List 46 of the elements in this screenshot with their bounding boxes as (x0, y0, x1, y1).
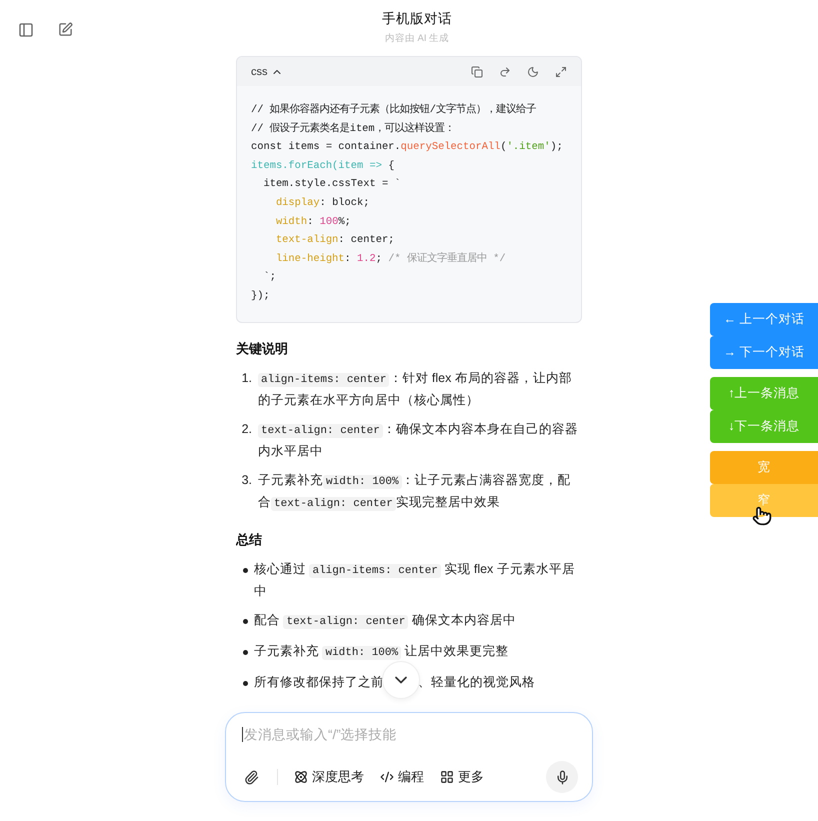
list-item-text: 所有修改都保持了之前 、轻量化的视觉风格 (254, 672, 582, 692)
microphone-icon (554, 770, 570, 784)
nav-button[interactable]: ↓下一条消息 (710, 410, 818, 443)
list-item-text: align-items: center ：针对 flex 布局的容器，让内部的子元素在水平方向居中（核心属性） (258, 370, 573, 409)
microphone-button[interactable] (546, 761, 578, 793)
tool-button[interactable]: 深度思考 (294, 768, 364, 786)
code-line: width: 100%; (274, 214, 352, 230)
grid-icon (440, 770, 454, 784)
bullet-dot (242, 568, 248, 573)
code-icon (380, 770, 394, 784)
bullet-dot (242, 618, 248, 624)
list-item-text: 核心通过 align-items: center 实现 flex 子元素水平居中 (254, 560, 576, 600)
chat-title: 手机版对话 (382, 10, 452, 28)
code-line: line-height: 1.2; /* 保证文字垂直居中 */ (274, 251, 507, 267)
list-item-text: 子元素补充 width: 100% 让居中效果更完整 (254, 642, 510, 662)
list-number: 1. (240, 370, 253, 387)
list-number: 2. (240, 420, 253, 438)
code-line: `; (262, 270, 277, 286)
code-line: display: block; (274, 196, 370, 211)
code-line: const items = container.querySelectorAll('.item'); (251, 140, 564, 156)
list-item-text: text-align: center ：确保文本内容本身在自己的容器内水平居中 (258, 420, 579, 460)
ai-generated-note: 内容由 AI 生成 (384, 32, 450, 45)
language-toggle[interactable]: css (251, 66, 282, 78)
list-item-text: 配合 text-align: center 确保文本内容居中 (254, 612, 517, 631)
code-line: items.forEach(item => { (251, 158, 396, 174)
list-item-text: 子元素补充 width: 100% ：让子元素占满容器宽度，配合 text-align: center 实现完整居中效果 (258, 472, 572, 513)
nav-button[interactable]: ← 上一个对话 (710, 303, 818, 336)
tool-button[interactable]: 编程 (380, 768, 424, 786)
code-line: text-align: center; (274, 233, 396, 248)
atom-icon (294, 770, 308, 784)
pointer-hand-icon (752, 506, 772, 526)
bullet-dot (242, 650, 248, 655)
copy-icon[interactable] (469, 64, 485, 80)
bullet-dot (242, 680, 248, 686)
code-line: // 假设子元素类名是item，可以这样设置： (251, 121, 456, 137)
nav-button[interactable]: 宽 (710, 451, 818, 484)
code-line: item.style.cssText = ` (262, 177, 402, 192)
code-line: // 如果你容器内还有子元素（比如按钮/文字节点），建议给子 (251, 102, 537, 118)
sidebar-icon (18, 22, 34, 38)
tool-button[interactable]: 更多 (440, 768, 484, 786)
pencil-square-icon (58, 22, 73, 37)
nav-button[interactable]: ↑上一条消息 (710, 377, 818, 410)
list-number: 3. (240, 472, 253, 489)
section-heading: 关键说明 (236, 340, 289, 358)
nav-button[interactable]: → 下一个对话 (710, 336, 818, 369)
code-line: }); (251, 288, 271, 304)
